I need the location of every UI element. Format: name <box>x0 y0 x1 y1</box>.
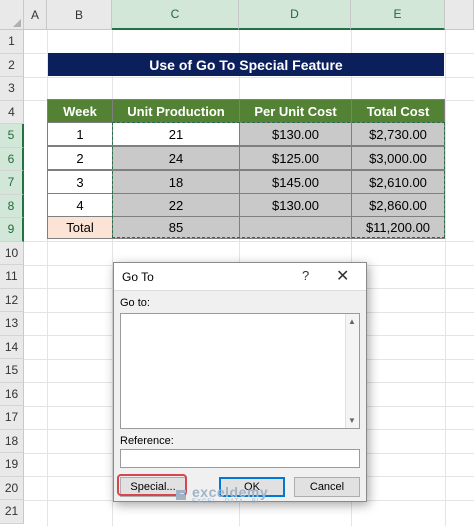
dialog-title-bar[interactable]: Go To ? ✕ <box>114 263 366 291</box>
row-header-15[interactable]: 15 <box>0 359 24 383</box>
total-label-cell[interactable]: Total <box>47 216 113 239</box>
total-per-unit-cost-cell[interactable] <box>239 216 352 239</box>
row-header-3[interactable]: 3 <box>0 77 24 101</box>
row-header-2[interactable]: 2 <box>0 53 24 77</box>
row-header-11[interactable]: 11 <box>0 265 24 289</box>
row-header-12[interactable]: 12 <box>0 288 24 312</box>
table-cell[interactable]: 24 <box>112 146 240 170</box>
table-header-week[interactable]: Week <box>47 99 113 123</box>
row-header-17[interactable]: 17 <box>0 406 24 430</box>
watermark-name: exceldemy <box>192 484 269 500</box>
table-cell[interactable]: 2 <box>47 146 113 170</box>
row-header-14[interactable]: 14 <box>0 335 24 359</box>
row-header-18[interactable]: 18 <box>0 429 24 453</box>
select-all-corner[interactable] <box>0 0 24 30</box>
row-header-1[interactable]: 1 <box>0 30 24 54</box>
exceldemy-watermark: exceldemy EXCEL · DATA · BI <box>173 485 268 505</box>
go-to-dialog: Go To ? ✕ Go to: ▲ ▼ Reference: Special.… <box>113 262 367 502</box>
watermark-tagline: EXCEL · DATA · BI <box>192 499 260 505</box>
row-header-19[interactable]: 19 <box>0 453 24 477</box>
total-cost-cell[interactable]: $11,200.00 <box>351 216 445 239</box>
sheet-title[interactable]: Use of Go To Special Feature <box>48 53 444 76</box>
table-header-unit-production[interactable]: Unit Production <box>112 99 240 123</box>
dialog-title: Go To <box>122 270 154 284</box>
row-header-6[interactable]: 6 <box>0 147 24 171</box>
column-header-d[interactable]: D <box>239 0 351 30</box>
table-header-per-unit-cost[interactable]: Per Unit Cost <box>239 99 352 123</box>
table-cell[interactable]: 3 <box>47 170 113 194</box>
row-header-10[interactable]: 10 <box>0 241 24 265</box>
row-header-16[interactable]: 16 <box>0 382 24 406</box>
cancel-button[interactable]: Cancel <box>294 477 360 497</box>
table-cell[interactable]: $2,610.00 <box>351 170 445 194</box>
table-cell[interactable]: $2,860.00 <box>351 193 445 217</box>
column-header-c[interactable]: C <box>112 0 239 30</box>
table-cell[interactable]: 22 <box>112 193 240 217</box>
table-cell[interactable]: 4 <box>47 193 113 217</box>
row-header-20[interactable]: 20 <box>0 476 24 500</box>
column-header-f[interactable] <box>445 0 474 30</box>
active-cell[interactable]: 21 <box>112 122 240 146</box>
listbox-scrollbar[interactable]: ▲ ▼ <box>345 314 359 428</box>
table-cell[interactable]: $145.00 <box>239 170 352 194</box>
table-cell[interactable]: 18 <box>112 170 240 194</box>
table-cell[interactable]: $125.00 <box>239 146 352 170</box>
table-cell[interactable]: $130.00 <box>239 193 352 217</box>
column-header-e[interactable]: E <box>351 0 445 30</box>
exceldemy-logo-icon <box>176 490 186 500</box>
row-header-13[interactable]: 13 <box>0 312 24 336</box>
table-cell[interactable]: 1 <box>47 122 113 146</box>
gridline <box>24 77 474 78</box>
table-header-total-cost[interactable]: Total Cost <box>351 99 445 123</box>
column-header-b[interactable]: B <box>47 0 112 30</box>
scroll-down-icon[interactable]: ▼ <box>348 416 356 425</box>
close-icon[interactable]: ✕ <box>336 266 349 286</box>
scroll-up-icon[interactable]: ▲ <box>348 317 356 326</box>
row-header-8[interactable]: 8 <box>0 194 24 218</box>
table-cell[interactable]: $3,000.00 <box>351 146 445 170</box>
table-cell[interactable]: $130.00 <box>239 122 352 146</box>
row-header-21[interactable]: 21 <box>0 500 24 524</box>
row-header-7[interactable]: 7 <box>0 171 24 195</box>
gridline <box>445 30 446 526</box>
go-to-label: Go to: <box>120 297 150 309</box>
row-header-9[interactable]: 9 <box>0 218 24 242</box>
row-header-5[interactable]: 5 <box>0 124 24 148</box>
gridline <box>24 241 474 242</box>
reference-input[interactable] <box>120 449 360 468</box>
row-header-4[interactable]: 4 <box>0 100 24 124</box>
table-cell[interactable]: $2,730.00 <box>351 122 445 146</box>
column-header-a[interactable]: A <box>24 0 47 30</box>
help-icon[interactable]: ? <box>302 268 309 283</box>
total-unit-production-cell[interactable]: 85 <box>112 216 240 239</box>
go-to-listbox[interactable]: ▲ ▼ <box>120 313 360 429</box>
reference-label: Reference: <box>120 435 174 447</box>
